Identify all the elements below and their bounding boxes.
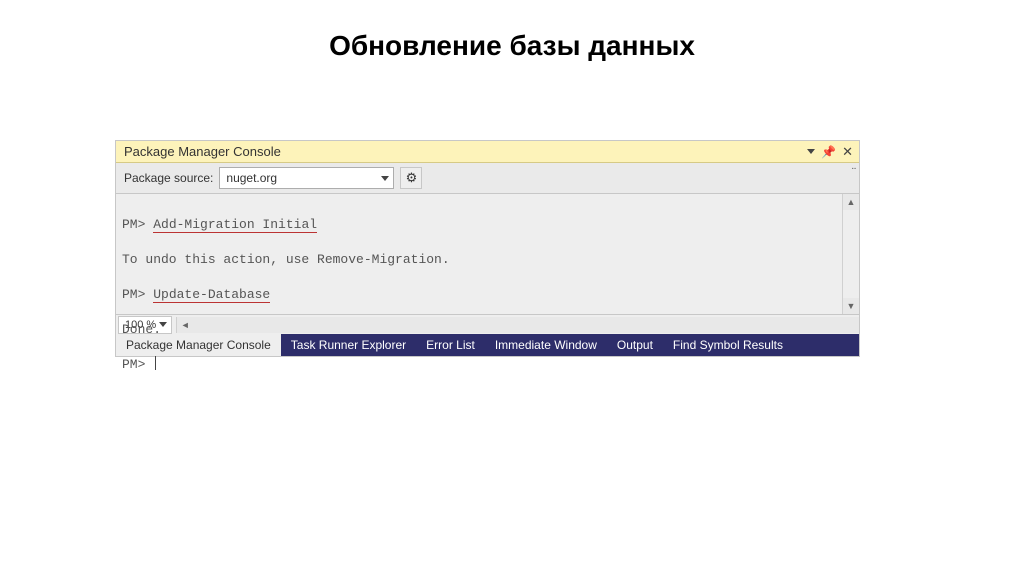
scroll-up-icon[interactable]: ▲ <box>843 194 859 210</box>
command-update-database: Update-Database <box>153 287 270 303</box>
panel-title: Package Manager Console <box>124 144 281 159</box>
vertical-scrollbar[interactable]: ▲ ▼ <box>842 194 859 314</box>
prompt: PM> <box>122 357 145 372</box>
scroll-track[interactable] <box>843 210 859 298</box>
window-position-icon[interactable] <box>807 149 815 154</box>
prompt: PM> <box>122 287 145 302</box>
console-message: To undo this action, use Remove-Migratio… <box>122 251 836 269</box>
pin-icon[interactable]: 📌 <box>821 146 836 158</box>
close-icon[interactable]: ✕ <box>842 145 853 158</box>
console-text: PM> Add-Migration Initial To undo this a… <box>116 194 842 314</box>
gear-icon: ⚙ <box>406 170 418 186</box>
page-heading: Обновление базы данных <box>0 0 1024 62</box>
command-add-migration: Add-Migration Initial <box>153 217 317 233</box>
overflow-icon[interactable]: ¨ <box>852 165 855 179</box>
panel-toolbar: Package source: nuget.org ⚙ ¨ <box>116 163 859 194</box>
package-source-value: nuget.org <box>226 171 277 185</box>
package-source-label: Package source: <box>124 171 213 185</box>
settings-button[interactable]: ⚙ <box>400 167 422 189</box>
console-output[interactable]: PM> Add-Migration Initial To undo this a… <box>116 194 859 314</box>
chevron-down-icon <box>381 176 389 181</box>
console-message: Done. <box>122 321 836 339</box>
package-source-dropdown[interactable]: nuget.org <box>219 167 394 189</box>
prompt: PM> <box>122 217 145 232</box>
scroll-down-icon[interactable]: ▼ <box>843 298 859 314</box>
panel-title-bar: Package Manager Console 📌 ✕ <box>116 141 859 163</box>
text-caret <box>155 356 156 370</box>
package-manager-console-panel: Package Manager Console 📌 ✕ Package sour… <box>115 140 860 357</box>
